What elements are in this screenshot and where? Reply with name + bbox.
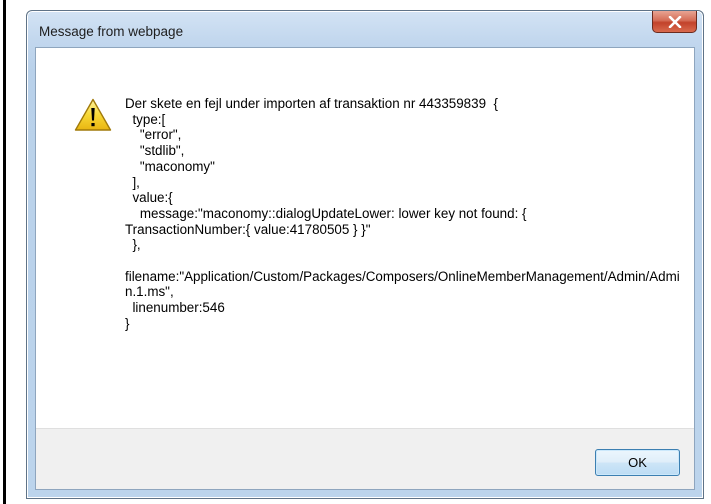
page-left-border [3, 0, 6, 504]
close-x-icon [668, 15, 681, 28]
message-area: Der skete en fejl under importen af tran… [36, 48, 694, 430]
ok-button[interactable]: OK [595, 449, 680, 476]
close-button[interactable] [652, 11, 697, 33]
warning-icon [74, 98, 112, 131]
dialog-client-area: Der skete en fejl under importen af tran… [35, 47, 695, 490]
dialog-title: Message from webpage [39, 24, 184, 39]
message-dialog: Message from webpage Der skete en fejl u… [26, 10, 704, 499]
message-text: Der skete en fejl under importen af tran… [125, 96, 680, 331]
button-bar: OK [36, 428, 694, 489]
title-bar[interactable]: Message from webpage [27, 11, 703, 45]
